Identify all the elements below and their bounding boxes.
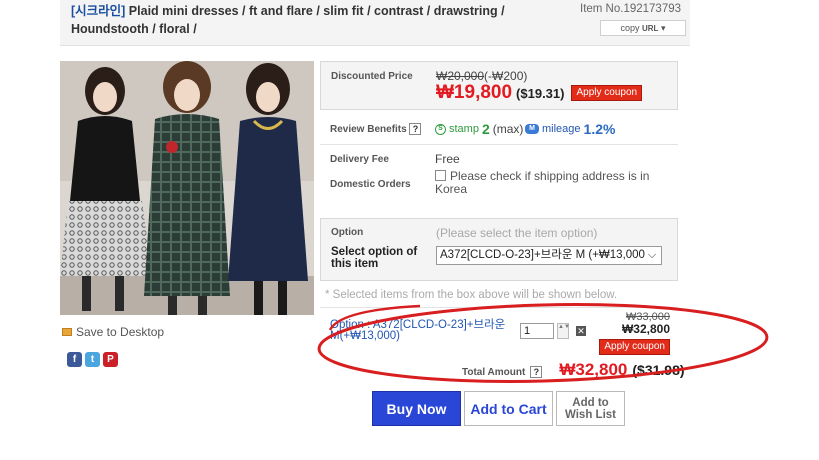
apply-coupon-button[interactable]: Apply coupon bbox=[571, 85, 643, 101]
total-amount-usd: ($31.98) bbox=[632, 362, 685, 378]
copy-url-word: URL bbox=[642, 24, 659, 33]
mileage-icon: M bbox=[525, 124, 539, 134]
product-title: [시크라인] Plaid mini dresses / ft and flare… bbox=[71, 2, 541, 38]
discounted-price-label: Discounted Price bbox=[331, 71, 413, 82]
chevron-down-icon: ▾ bbox=[660, 23, 666, 33]
option-select-value: A372[CLCD-O-23]+브라운 M (+₩13,000) bbox=[440, 249, 649, 261]
domestic-orders-note: Please check if shipping address is in K… bbox=[435, 170, 675, 196]
total-amount-label: Total Amount bbox=[462, 367, 526, 378]
total-amount-won: ₩32,800 bbox=[559, 360, 628, 379]
delivery-fee-label: Delivery Fee bbox=[330, 154, 389, 165]
product-image[interactable] bbox=[60, 61, 314, 315]
option-label: Option bbox=[331, 227, 364, 238]
stamp-icon: S bbox=[435, 123, 446, 135]
sale-price-usd: ($19.31) bbox=[516, 86, 565, 101]
help-icon[interactable]: ? bbox=[409, 123, 422, 135]
quantity-stepper[interactable]: ▲▼ bbox=[557, 323, 570, 339]
total-amount: Total Amount ? ₩32,800 ($31.98) bbox=[462, 360, 685, 380]
product-header: [시크라인] Plaid mini dresses / ft and flare… bbox=[60, 0, 690, 46]
delivery-fee-value: Free bbox=[435, 152, 460, 166]
option-select[interactable]: A372[CLCD-O-23]+브라운 M (+₩13,000) ⌵ bbox=[436, 246, 662, 265]
save-to-desktop-label: Save to Desktop bbox=[76, 325, 165, 339]
option-hint: (Please select the item option) bbox=[436, 226, 598, 240]
save-desktop-icon bbox=[62, 328, 72, 336]
add-to-wish-list-button[interactable]: Add to Wish List bbox=[556, 391, 625, 426]
mileage-word: mileage bbox=[542, 123, 581, 135]
select-option-label: Select option of this item bbox=[331, 246, 418, 270]
share-icons: f t P bbox=[67, 352, 118, 367]
stamp-max: (max) bbox=[492, 122, 524, 136]
review-benefits: Review Benefits ? S stamp 2 (max) M mile… bbox=[330, 121, 680, 137]
review-benefits-text: Review Benefits bbox=[330, 124, 407, 135]
stamp-value: 2 bbox=[481, 121, 490, 137]
facebook-icon[interactable]: f bbox=[67, 352, 82, 367]
selected-items-note: * Selected items from the box above will… bbox=[325, 289, 618, 301]
twitter-icon[interactable]: t bbox=[85, 352, 100, 367]
save-to-desktop-link[interactable]: Save to Desktop bbox=[62, 325, 164, 339]
add-to-cart-button[interactable]: Add to Cart bbox=[464, 391, 553, 426]
remove-item-icon[interactable]: ✕ bbox=[576, 326, 586, 336]
sale-price: ₩19,800 ($19.31) Apply coupon bbox=[436, 82, 643, 104]
copy-url-button[interactable]: copy URL ▾ bbox=[600, 20, 686, 36]
copy-url-prefix: copy bbox=[620, 23, 642, 33]
mileage-benefit: M mileage 1.2% bbox=[525, 121, 615, 137]
domestic-orders-text: Please check if shipping address is in K… bbox=[435, 169, 650, 196]
stamp-word: stamp bbox=[449, 123, 479, 135]
divider bbox=[320, 144, 678, 145]
option-box: Option (Please select the item option) S… bbox=[320, 218, 678, 281]
wish-line-2: Wish List bbox=[564, 409, 616, 421]
selected-item-price: ₩33,000 ₩32,800 Apply coupon bbox=[599, 311, 670, 355]
chevron-down-icon: ⌵ bbox=[645, 247, 659, 264]
apply-coupon-button[interactable]: Apply coupon bbox=[599, 339, 670, 355]
product-title-text: Plaid mini dresses / ft and flare / slim… bbox=[71, 4, 505, 36]
stamp-benefit: S stamp 2 (max) bbox=[435, 121, 523, 137]
selected-item-row: Option : A372[CLCD-O-23]+브라운 M(+₩13,000)… bbox=[320, 307, 678, 355]
original-price-value: ₩20,000 bbox=[436, 69, 485, 83]
sale-price-won: ₩19,800 bbox=[436, 82, 513, 103]
brand-name[interactable]: [시크라인] bbox=[71, 4, 125, 18]
price-box: Discounted Price ₩20,000(-₩200) ₩19,800 … bbox=[320, 61, 678, 110]
original-price: ₩20,000(-₩200) bbox=[436, 69, 527, 83]
mileage-value: 1.2% bbox=[583, 121, 616, 137]
help-icon[interactable]: ? bbox=[530, 366, 543, 378]
selected-item-price-value: ₩32,800 bbox=[621, 322, 670, 336]
review-benefits-label: Review Benefits ? bbox=[330, 123, 422, 135]
wish-line-1: Add to bbox=[572, 397, 609, 409]
domestic-orders-checkbox[interactable] bbox=[435, 170, 446, 181]
domestic-orders-label: Domestic Orders bbox=[330, 179, 411, 190]
item-number: Item No.192173793 bbox=[580, 3, 682, 15]
pinterest-icon[interactable]: P bbox=[103, 352, 118, 367]
buy-now-button[interactable]: Buy Now bbox=[372, 391, 461, 426]
selected-option-text: Option : A372[CLCD-O-23]+브라운 M(+₩13,000) bbox=[330, 319, 506, 342]
quantity-input[interactable]: 1 bbox=[520, 323, 554, 339]
discount-amount: (-₩200) bbox=[484, 69, 528, 83]
